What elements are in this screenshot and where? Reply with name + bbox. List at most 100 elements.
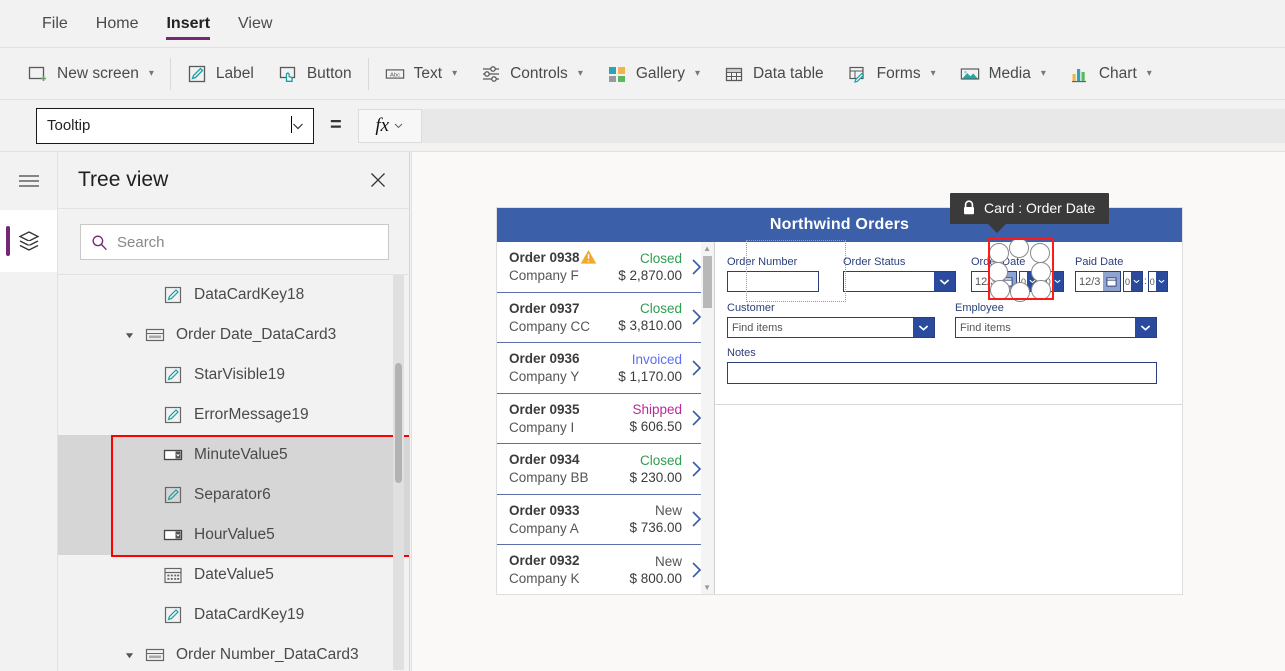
customer-combobox[interactable]: Find items [727, 317, 935, 338]
twisty-expanded-icon[interactable] [120, 646, 138, 664]
tree-item-starvisible19[interactable]: StarVisible19 [58, 355, 409, 395]
scroll-up-arrow-icon[interactable]: ▲ [703, 244, 711, 253]
tree-item-datevalue5[interactable]: DateValue5 [58, 555, 409, 595]
twisty-expanded-icon[interactable] [120, 326, 138, 344]
gallery-order-number: Order 0937 [509, 300, 580, 317]
employee-combobox[interactable]: Find items [955, 317, 1157, 338]
label-control-icon [162, 605, 184, 625]
ribbon-label: Chart [1099, 65, 1137, 83]
menu-item-home[interactable]: Home [82, 0, 153, 48]
gallery-row[interactable]: Order 0936 Company Y Invoiced $ 1,170.00 [497, 343, 714, 394]
hamburger-menu-button[interactable] [0, 152, 57, 210]
ribbon-forms-button[interactable]: Forms ▾ [836, 58, 948, 90]
warning-icon [580, 249, 597, 269]
gallery-company: Company K [509, 570, 629, 587]
tree-item-minutevalue5[interactable]: MinuteValue5 [58, 435, 409, 475]
chevron-down-icon [291, 119, 305, 133]
order-status-dropdown[interactable] [843, 271, 956, 292]
field-label: Employee [955, 302, 1157, 314]
hour-value: 0 [1124, 277, 1130, 287]
ribbon-new-screen-button[interactable]: New screen ▾ [16, 58, 166, 90]
formula-input[interactable] [422, 109, 1285, 143]
ribbon-media-button[interactable]: Media ▾ [948, 58, 1058, 90]
field-employee: Employee Find items [955, 302, 1157, 338]
gallery-row[interactable]: Order 0935 Company I Shipped $ 606.50 [497, 394, 714, 445]
tree-scrollbar-thumb[interactable] [395, 363, 402, 483]
gallery-row[interactable]: Order 0933 Company A New $ 736.00 [497, 495, 714, 546]
field-label: Notes [727, 347, 1157, 359]
menu-item-insert[interactable]: Insert [152, 0, 224, 48]
gallery-scrollbar-thumb[interactable] [703, 256, 712, 308]
gallery-status: Invoiced [618, 351, 682, 368]
paid-minute-dropdown[interactable]: 0 [1148, 271, 1168, 292]
gallery-row-right: Invoiced $ 1,170.00 [618, 351, 684, 385]
gallery-row-left: Order 0935 Company I [509, 401, 629, 436]
gallery-row[interactable]: Order 0938 Company F [497, 242, 714, 293]
rail-item-tree-view[interactable] [0, 210, 57, 272]
ribbon-controls-button[interactable]: Controls ▾ [469, 58, 595, 90]
ribbon-button-button[interactable]: Button [266, 58, 364, 90]
datacard-icon [144, 645, 166, 665]
menu-bar: File Home Insert View [0, 0, 1285, 48]
gallery-amount: $ 1,170.00 [618, 368, 682, 385]
tree-item-label: Separator6 [194, 486, 271, 504]
ribbon-label-button[interactable]: Label [175, 58, 266, 90]
label-control-icon [162, 365, 184, 385]
ribbon-label: Media [989, 65, 1031, 83]
ribbon-text-button[interactable]: Abc Text ▾ [373, 58, 469, 90]
fx-button[interactable]: fx [358, 109, 422, 143]
controls-sliders-icon [481, 64, 501, 84]
scroll-down-arrow-icon[interactable]: ▼ [703, 583, 711, 592]
property-selector[interactable]: Tooltip [36, 108, 314, 144]
ribbon-chart-button[interactable]: Chart ▾ [1058, 58, 1164, 90]
chevron-down-icon [1131, 272, 1142, 291]
gallery-company: Company Y [509, 368, 618, 385]
ribbon-gallery-button[interactable]: Gallery ▾ [595, 58, 712, 90]
gallery-row[interactable]: Order 0934 Company BB Closed $ 230.00 [497, 444, 714, 495]
gallery-amount: $ 230.00 [629, 469, 682, 486]
tree-item-list: DataCardKey18 Order Date_DataCard3 [58, 275, 409, 670]
hamburger-icon [16, 172, 42, 190]
ribbon-data-table-button[interactable]: Data table [712, 58, 836, 90]
search-input[interactable] [117, 234, 378, 251]
media-image-icon [960, 64, 980, 84]
tree-item-datacardkey19[interactable]: DataCardKey19 [58, 595, 409, 635]
tree-item-order-date-datacard3[interactable]: Order Date_DataCard3 [58, 315, 409, 355]
paid-date-picker[interactable]: 12/3 [1075, 271, 1121, 292]
tree-item-separator6[interactable]: Separator6 [58, 475, 409, 515]
tree-item-hourvalue5[interactable]: HourValue5 [58, 515, 409, 555]
calendar-icon[interactable] [1103, 272, 1120, 291]
gallery-order-number: Order 0936 [509, 350, 580, 367]
tree-item-datacardkey18[interactable]: DataCardKey18 [58, 275, 409, 315]
tree-item-order-number-datacard3[interactable]: Order Number_DataCard3 [58, 635, 409, 670]
gallery-amount: $ 2,870.00 [618, 267, 682, 284]
menu-item-label: Home [96, 15, 139, 33]
app-canvas: Northwind Orders Order 0938 [411, 152, 1285, 671]
paid-hour-dropdown[interactable]: 0 [1123, 271, 1143, 292]
gallery-row-right: Shipped $ 606.50 [629, 401, 684, 435]
close-panel-button[interactable] [365, 167, 391, 193]
tree-item-errormessage19[interactable]: ErrorMessage19 [58, 395, 409, 435]
gallery-row-left: Order 0932 Company K [509, 552, 629, 587]
gallery-row[interactable]: Order 0937 Company CC Closed $ 3,810.00 [497, 293, 714, 344]
tree-item-label: ErrorMessage19 [194, 406, 309, 424]
chevron-down-icon: ▾ [149, 69, 154, 79]
dropdown-control-icon [162, 445, 184, 465]
gallery-icon [607, 64, 627, 84]
notes-input[interactable] [727, 362, 1157, 384]
ribbon-label: Forms [877, 65, 921, 83]
chevron-down-icon [1156, 272, 1167, 291]
chart-bars-icon [1070, 64, 1090, 84]
menu-item-label: View [238, 15, 272, 33]
search-box[interactable] [80, 224, 389, 260]
menu-item-view[interactable]: View [224, 0, 286, 48]
menu-item-file[interactable]: File [28, 0, 82, 48]
tree-item-label: DataCardKey18 [194, 286, 304, 304]
gallery-row[interactable]: Order 0932 Company K New $ 800.00 [497, 545, 714, 594]
time-separator: : [1144, 276, 1147, 287]
selection-tooltip: Card : Order Date [950, 193, 1109, 224]
ribbon-toolbar: New screen ▾ Label Button Abc Text [0, 48, 1285, 100]
property-selector-value: Tooltip [47, 117, 291, 134]
tree-item-label: StarVisible19 [194, 366, 285, 384]
chevron-down-icon [1135, 318, 1156, 337]
